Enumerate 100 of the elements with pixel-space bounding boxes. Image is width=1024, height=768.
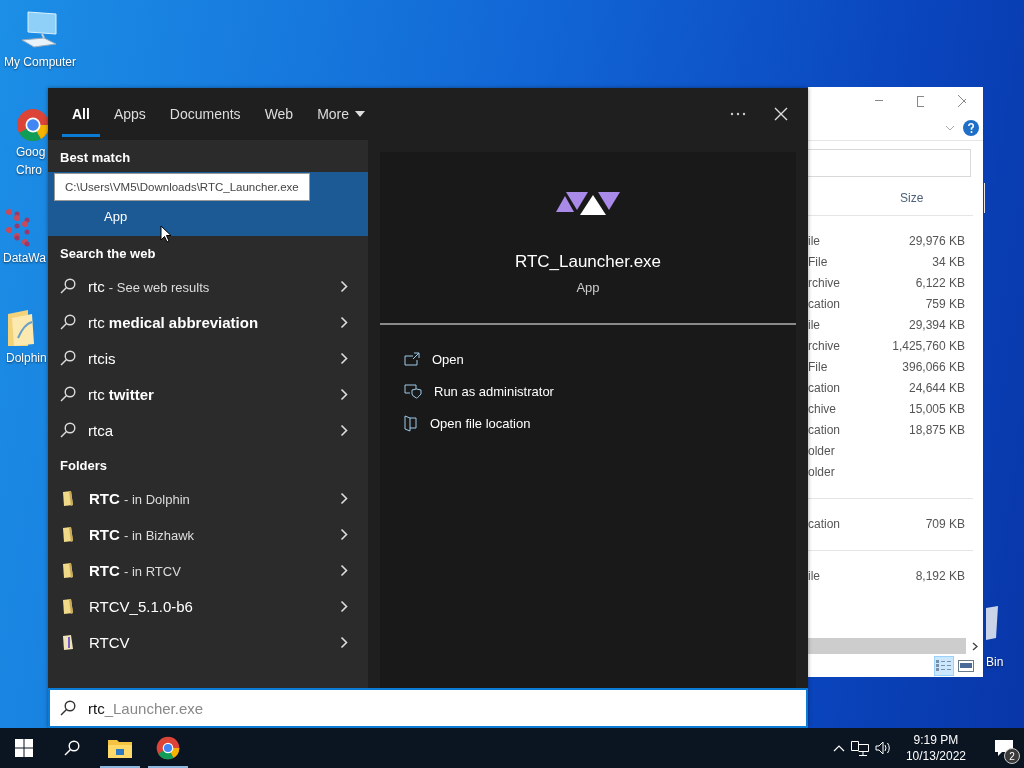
chevron-right-icon	[340, 279, 348, 293]
file-size: 396,066 KB	[902, 359, 965, 374]
folder-outline-icon	[404, 414, 418, 432]
icon-label: My Computer	[4, 54, 76, 70]
web-result[interactable]: rtca	[48, 412, 368, 448]
search-icon	[60, 314, 76, 330]
web-result[interactable]: rtcis	[48, 340, 368, 376]
file-type: ile	[808, 317, 820, 332]
tab[interactable]: Apps	[101, 88, 158, 140]
icon-label: Bin	[986, 654, 1004, 670]
windows-logo-icon	[15, 739, 33, 757]
app-title: RTC_Launcher.exe	[514, 252, 662, 272]
cursor-icon	[160, 225, 172, 243]
chevron-right-icon	[340, 635, 348, 649]
action-item[interactable]: Open	[404, 343, 772, 375]
section-heading: Search the web	[59, 245, 157, 263]
file-type: cation	[808, 380, 841, 395]
search-icon	[60, 278, 76, 294]
trash-icon	[986, 606, 998, 640]
browser-icon	[156, 736, 180, 760]
file-size: 1,425,760 KB	[892, 338, 965, 353]
search-icon	[64, 740, 80, 756]
chevron-right-icon	[340, 599, 348, 613]
chevron-right-icon	[340, 351, 348, 365]
web-result[interactable]: rtc medical abbreviation	[48, 304, 368, 340]
action-item[interactable]: Open file location	[404, 407, 772, 439]
browser-icon	[16, 108, 50, 142]
notification-button[interactable]: 2	[984, 728, 1024, 768]
chevron-right-icon	[340, 491, 348, 505]
scrollbar[interactable]	[808, 638, 966, 654]
file-size: 18,875 KB	[908, 422, 965, 437]
column-header[interactable]: Size	[900, 191, 924, 205]
file-size: 15,005 KB	[908, 401, 965, 416]
search-field[interactable]	[808, 149, 971, 177]
folder-icon	[63, 562, 73, 578]
archive-icon	[63, 634, 73, 650]
maximize-icon[interactable]	[916, 95, 925, 107]
section-heading: Folders	[59, 457, 108, 475]
window-arrow-icon	[404, 352, 420, 366]
web-result[interactable]: rtc - See web results	[48, 268, 368, 304]
chevron-right-icon	[340, 527, 348, 541]
folder-icon	[108, 738, 132, 758]
folder-icon	[63, 490, 73, 506]
file-size: 34 KB	[932, 254, 965, 269]
chevron-right-icon	[340, 563, 348, 577]
caret-icon	[355, 111, 366, 117]
folder-result[interactable]: RTC - in RTCV	[48, 552, 368, 588]
file-size: 29,976 KB	[908, 233, 965, 248]
folder-result[interactable]: RTC - in Dolphin	[48, 480, 368, 516]
icon-label: DataWa	[3, 250, 46, 266]
chevron-right-icon	[340, 423, 348, 437]
folder-icon	[63, 598, 73, 614]
file-type: cation	[808, 296, 841, 311]
view-button[interactable]	[934, 655, 954, 676]
app-type: App	[576, 280, 600, 295]
chevron-up-icon[interactable]	[832, 744, 845, 752]
file-type: cation	[808, 516, 841, 531]
tab[interactable]: Documents	[157, 88, 253, 140]
help-icon[interactable]	[963, 119, 979, 136]
folder-result[interactable]: RTCV	[48, 624, 368, 660]
web-result[interactable]: rtc twitter	[48, 376, 368, 412]
file-size: 759 KB	[925, 296, 965, 311]
folder-icon	[6, 308, 36, 348]
file-size: 6,122 KB	[915, 275, 965, 290]
file-type: ile	[808, 233, 820, 248]
file-type: rchive	[808, 338, 840, 353]
chevron-right-icon	[340, 315, 348, 329]
folder-result[interactable]: RTCV_5.1.0-b6	[48, 588, 368, 624]
file-type: cation	[808, 422, 841, 437]
search-icon	[60, 700, 76, 716]
file-type: ile	[808, 568, 820, 583]
shield-icon	[404, 383, 422, 399]
file-type: rchive	[808, 275, 840, 290]
tab[interactable]: All	[60, 88, 102, 140]
minimize-icon[interactable]	[875, 100, 883, 102]
file-type: File	[808, 359, 828, 374]
search-field[interactable]: rtc_Launcher.exe	[48, 688, 808, 728]
chevron-right-icon	[340, 387, 348, 401]
action-item[interactable]: Run as administrator	[404, 375, 772, 407]
file-type: chive	[808, 401, 836, 416]
file-type: File	[808, 254, 828, 269]
search-icon	[60, 422, 76, 438]
clock-time[interactable]: 9:19 PM	[913, 732, 959, 748]
file-size: 29,394 KB	[908, 317, 965, 332]
more-tab[interactable]: More	[305, 88, 378, 140]
folder-icon	[63, 526, 73, 542]
icon-label: Chro	[16, 162, 42, 178]
folder-result[interactable]: RTC - in Bizhawk	[48, 516, 368, 552]
search-icon	[60, 386, 76, 402]
search-icon	[60, 350, 76, 366]
tooltip: C:\Users\VM5\Downloads\RTC_Launcher.exe	[54, 173, 310, 201]
clock-date[interactable]: 10/13/2022	[905, 748, 966, 764]
volume-icon[interactable]	[874, 741, 892, 755]
tab[interactable]: Web	[252, 88, 306, 140]
file-size: 24,644 KB	[908, 380, 965, 395]
section-heading: Best match	[59, 149, 132, 167]
file-size: 709 KB	[925, 516, 965, 531]
chevron-right-icon[interactable]	[972, 641, 978, 651]
file-type: older	[808, 464, 835, 479]
network-icon[interactable]	[850, 740, 869, 756]
